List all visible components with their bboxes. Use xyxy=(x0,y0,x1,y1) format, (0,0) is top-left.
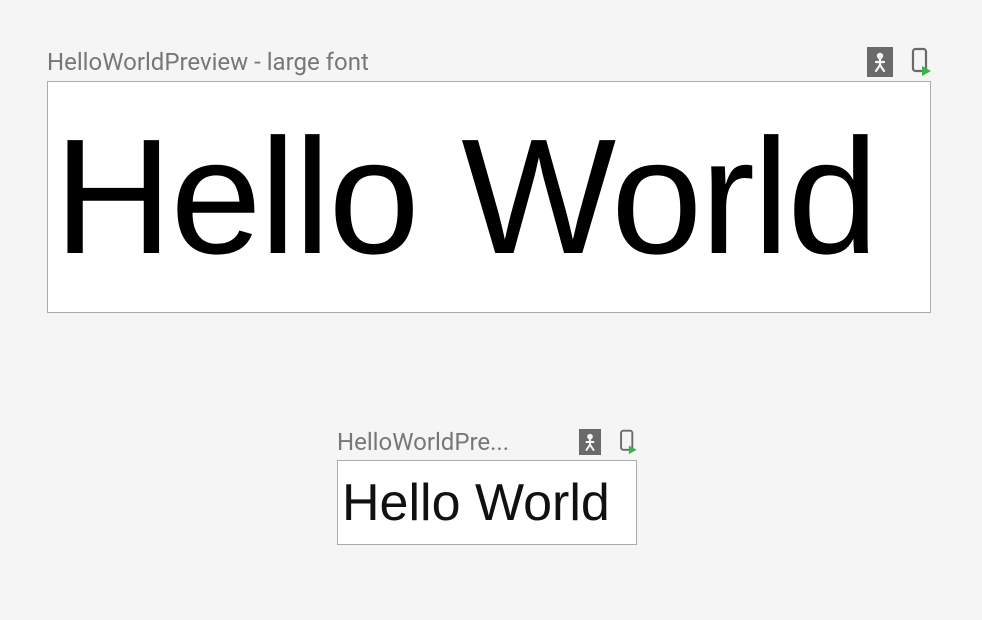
preview-header: HelloWorldPre... xyxy=(337,428,637,456)
preview-content-text: Hello World xyxy=(342,477,610,529)
preview-canvas: Hello World xyxy=(47,81,931,313)
preview-actions xyxy=(579,429,637,455)
preview-title: HelloWorldPreview - large font xyxy=(47,48,369,76)
preview-block-large: HelloWorldPreview - large font Hello Wor… xyxy=(47,47,931,313)
preview-title: HelloWorldPre... xyxy=(337,428,509,456)
deploy-device-icon[interactable] xyxy=(619,429,637,455)
preview-header: HelloWorldPreview - large font xyxy=(47,47,931,77)
interactive-preview-icon[interactable] xyxy=(867,47,893,77)
preview-actions xyxy=(867,47,931,77)
interactive-preview-icon[interactable] xyxy=(579,429,601,455)
preview-canvas: Hello World xyxy=(337,460,637,545)
preview-block-small: HelloWorldPre... Hello World xyxy=(337,428,637,545)
deploy-device-icon[interactable] xyxy=(911,47,931,77)
preview-content-text: Hello World xyxy=(54,115,877,279)
